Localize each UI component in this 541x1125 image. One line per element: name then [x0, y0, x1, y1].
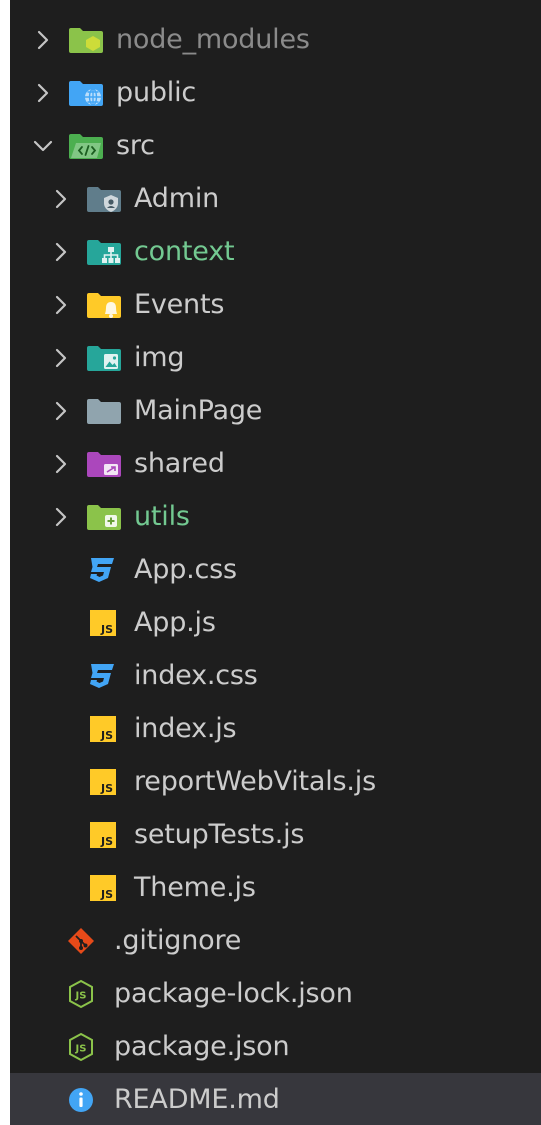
- tree-item-label: MainPage: [134, 395, 263, 426]
- tree-item-label: .gitignore: [114, 925, 242, 956]
- tree-item-label: public: [116, 77, 197, 108]
- tree-item-context[interactable]: context: [10, 225, 541, 278]
- svg-text:JS: JS: [100, 835, 113, 848]
- tree-item-label: index.css: [134, 660, 258, 691]
- javascript-icon: JS: [90, 821, 116, 848]
- folder-icon: [87, 398, 121, 424]
- tree-item-report-web-vitals-js[interactable]: JS reportWebVitals.js: [10, 755, 541, 808]
- folder-src-icon: [69, 133, 103, 159]
- chevron-right-icon[interactable]: [50, 294, 72, 316]
- folder-images-icon: [87, 345, 121, 371]
- tree-item-label: package.json: [114, 1031, 290, 1062]
- tree-item-setup-tests-js[interactable]: JS setupTests.js: [10, 808, 541, 861]
- javascript-icon: JS: [90, 609, 116, 636]
- svg-text:JS: JS: [75, 1043, 87, 1054]
- folder-node-icon: [69, 27, 103, 53]
- tree-item-label: src: [116, 130, 155, 161]
- svg-text:JS: JS: [100, 729, 113, 742]
- tree-item-shared[interactable]: shared: [10, 437, 541, 490]
- tree-item-label: Theme.js: [134, 872, 256, 903]
- tree-item-img[interactable]: img: [10, 331, 541, 384]
- svg-text:JS: JS: [75, 990, 87, 1001]
- info-icon: [69, 1087, 93, 1112]
- tree-item-node-modules[interactable]: node_modules: [10, 13, 541, 66]
- tree-item-label: img: [134, 342, 185, 373]
- tree-item-src[interactable]: src: [10, 119, 541, 172]
- chevron-right-icon[interactable]: [50, 347, 72, 369]
- javascript-icon: JS: [90, 715, 116, 742]
- folder-admin-icon: [87, 186, 121, 212]
- tree-item-label: App.css: [134, 554, 237, 585]
- tree-item-public[interactable]: public: [10, 66, 541, 119]
- folder-context-icon: [87, 239, 121, 265]
- folder-public-icon: [69, 80, 103, 106]
- tree-item-readme-md[interactable]: README.md: [10, 1073, 541, 1125]
- tree-item-theme-js[interactable]: JS Theme.js: [10, 861, 541, 914]
- tree-item-index-js[interactable]: JS index.js: [10, 702, 541, 755]
- folder-shared-icon: [87, 451, 121, 477]
- chevron-right-icon[interactable]: [50, 241, 72, 263]
- tree-item-app-css[interactable]: App.css: [10, 543, 541, 596]
- tree-item-label: Events: [134, 289, 225, 320]
- tree-item-package-lock-json[interactable]: JS package-lock.json: [10, 967, 541, 1020]
- javascript-icon: JS: [90, 874, 116, 901]
- tree-item-label: reportWebVitals.js: [134, 766, 376, 797]
- git-icon: [68, 927, 94, 954]
- css-icon: [90, 557, 114, 582]
- chevron-right-icon[interactable]: [32, 82, 54, 104]
- folder-utils-icon: [87, 504, 121, 530]
- tree-item-package-json[interactable]: JS package.json: [10, 1020, 541, 1073]
- tree-item-label: shared: [134, 448, 225, 479]
- tree-item-label: App.js: [134, 607, 216, 638]
- file-explorer-tree: node_modules public src Admin context Ev…: [10, 0, 541, 1125]
- tree-item-label: utils: [134, 501, 190, 532]
- tree-item-label: context: [134, 236, 235, 267]
- tree-item-label: README.md: [114, 1084, 280, 1115]
- tree-item-gitignore[interactable]: .gitignore: [10, 914, 541, 967]
- chevron-right-icon[interactable]: [50, 188, 72, 210]
- nodejs-icon: JS: [69, 1032, 93, 1061]
- tree-item-app-js[interactable]: JS App.js: [10, 596, 541, 649]
- chevron-right-icon[interactable]: [50, 506, 72, 528]
- chevron-right-icon[interactable]: [32, 29, 54, 51]
- svg-text:JS: JS: [100, 782, 113, 795]
- tree-item-label: node_modules: [116, 24, 310, 55]
- chevron-down-icon[interactable]: [32, 135, 54, 157]
- nodejs-icon: JS: [69, 979, 93, 1008]
- folder-events-icon: [87, 292, 121, 318]
- tree-item-index-css[interactable]: index.css: [10, 649, 541, 702]
- svg-text:JS: JS: [100, 623, 113, 636]
- tree-item-label: Admin: [134, 183, 220, 214]
- tree-item-mainpage[interactable]: MainPage: [10, 384, 541, 437]
- tree-item-admin[interactable]: Admin: [10, 172, 541, 225]
- tree-item-label: setupTests.js: [134, 819, 305, 850]
- javascript-icon: JS: [90, 768, 116, 795]
- tree-item-utils[interactable]: utils: [10, 490, 541, 543]
- svg-text:JS: JS: [100, 888, 113, 901]
- chevron-right-icon[interactable]: [50, 453, 72, 475]
- css-icon: [90, 663, 114, 688]
- chevron-right-icon[interactable]: [50, 400, 72, 422]
- tree-item-label: index.js: [134, 713, 237, 744]
- tree-item-events[interactable]: Events: [10, 278, 541, 331]
- tree-item-label: package-lock.json: [114, 978, 353, 1009]
